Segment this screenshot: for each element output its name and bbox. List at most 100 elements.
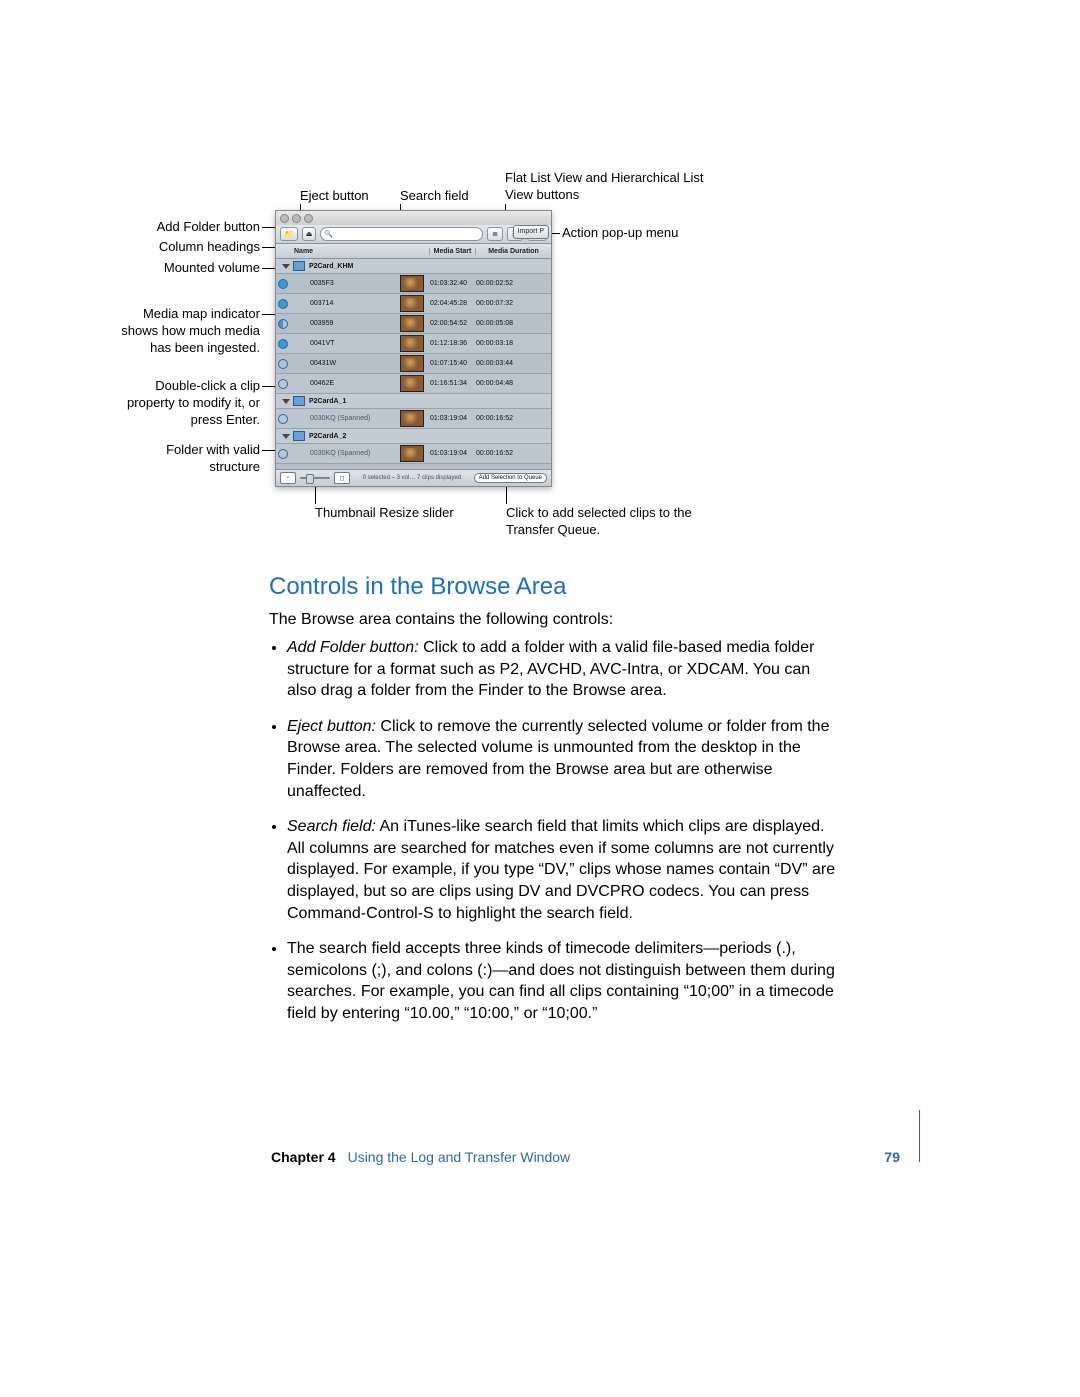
media-start-value[interactable]: 01:03:19:04: [430, 450, 476, 457]
media-start-value[interactable]: 01:16:51:34: [430, 380, 476, 387]
media-duration-value[interactable]: 00:00:02:52: [476, 280, 551, 287]
search-input[interactable]: 🔍: [320, 227, 483, 241]
label-media-map: Media map indicator shows how much media…: [120, 306, 260, 357]
label-column-headings: Column headings: [120, 239, 260, 256]
browse-area-figure: Eject button Search field Flat List View…: [130, 170, 950, 540]
media-duration-value[interactable]: 00:00:04:48: [476, 380, 551, 387]
clip-row[interactable]: 0041VT 01:12:18:3600:00:03:18: [276, 334, 551, 354]
add-selection-to-queue-button[interactable]: Add Selection to Queue: [474, 473, 547, 483]
clip-name[interactable]: 003959: [290, 320, 400, 327]
volume-row[interactable]: P2CardA_2: [276, 429, 551, 444]
column-media-start[interactable]: Media Start: [430, 248, 476, 255]
term: Add Folder button:: [287, 639, 419, 656]
traffic-light-icon[interactable]: [292, 214, 301, 223]
volume-icon: [293, 261, 305, 271]
label-folder-valid: Folder with valid structure: [120, 442, 260, 476]
media-start-value[interactable]: 01:03:19:04: [430, 415, 476, 422]
label-double-click: Double-click a clip property to modify i…: [120, 378, 260, 429]
page-footer: Chapter 4 Using the Log and Transfer Win…: [271, 1149, 900, 1165]
media-start-value[interactable]: 02:04:45:28: [430, 300, 476, 307]
clip-row[interactable]: 0035F3 01:03:32:4000:00:02:52: [276, 274, 551, 294]
clip-name[interactable]: 0035F3: [290, 280, 400, 287]
media-duration-value[interactable]: 00:00:16:52: [476, 450, 551, 457]
media-duration-value[interactable]: 00:00:03:44: [476, 360, 551, 367]
page: Eject button Search field Flat List View…: [0, 0, 1080, 1397]
disclosure-triangle-icon[interactable]: [282, 434, 290, 439]
folder-plus-icon: 📁: [284, 230, 294, 239]
thumb-small-icon[interactable]: ▫: [280, 472, 296, 484]
media-map-indicator: [276, 339, 290, 349]
selection-status: 0 selected – 3 vol… 7 clips displayed: [354, 475, 470, 481]
column-name[interactable]: Name: [276, 248, 430, 255]
media-map-indicator: [276, 359, 290, 369]
browse-toolbar: 📁 ⏏ 🔍 ≣ ☰ ✿▾: [276, 225, 551, 244]
clip-name[interactable]: 00462E: [290, 380, 400, 387]
label-eject: Eject button: [300, 188, 369, 205]
traffic-light-icon[interactable]: [280, 214, 289, 223]
clip-row[interactable]: 003959 02:00:54:5200:00:05:08: [276, 314, 551, 334]
clip-thumbnail: [400, 355, 424, 372]
media-map-indicator: [276, 414, 290, 424]
term: Search field:: [287, 818, 376, 835]
clip-thumbnail: [400, 295, 424, 312]
clip-row[interactable]: 00462E 01:16:51:3400:00:04:48: [276, 374, 551, 394]
term: Eject button:: [287, 718, 376, 735]
column-headings-row: Name Media Start Media Duration: [276, 244, 551, 259]
thumb-large-icon[interactable]: ◻: [334, 472, 350, 484]
clip-thumbnail: [400, 375, 424, 392]
media-start-value[interactable]: 01:03:32:40: [430, 280, 476, 287]
section-heading: Controls in the Browse Area: [269, 571, 839, 603]
thumbnail-resize-slider[interactable]: [300, 477, 330, 479]
media-duration-value[interactable]: 00:00:16:52: [476, 415, 551, 422]
column-media-duration[interactable]: Media Duration: [476, 248, 551, 255]
add-folder-button[interactable]: 📁: [280, 227, 298, 241]
eject-icon: ⏏: [306, 230, 313, 238]
volume-icon: [293, 431, 305, 441]
flat-list-view-button[interactable]: ≣: [487, 227, 503, 241]
browse-window: Import P 📁 ⏏ 🔍 ≣ ☰ ✿▾: [275, 210, 552, 487]
clip-name[interactable]: 00431W: [290, 360, 400, 367]
list-item: Eject button: Click to remove the curren…: [287, 716, 839, 802]
clip-name[interactable]: 0041VT: [290, 340, 400, 347]
section-intro: The Browse area contains the following c…: [269, 609, 839, 631]
media-map-indicator: [276, 279, 290, 289]
label-add-folder: Add Folder button: [120, 219, 260, 236]
eject-button[interactable]: ⏏: [302, 227, 316, 241]
clip-thumbnail: [400, 335, 424, 352]
label-search-field: Search field: [400, 188, 469, 205]
controls-list: Add Folder button: Click to add a folder…: [269, 637, 839, 1025]
media-duration-value[interactable]: 00:00:03:18: [476, 340, 551, 347]
import-preferences-button[interactable]: Import P: [513, 225, 549, 239]
media-start-value[interactable]: 01:07:15:40: [430, 360, 476, 367]
clip-thumbnail: [400, 410, 424, 427]
volume-row[interactable]: P2Card_KHM: [276, 259, 551, 274]
clip-thumbnail: [400, 275, 424, 292]
clip-name[interactable]: 003714: [290, 300, 400, 307]
media-map-indicator: [276, 299, 290, 309]
label-thumb-slider: Thumbnail Resize slider: [315, 505, 454, 522]
clip-thumbnail: [400, 315, 424, 332]
label-queue-button: Click to add selected clips to the Trans…: [506, 505, 696, 539]
media-duration-value[interactable]: 00:00:07:32: [476, 300, 551, 307]
footer-rule: [919, 1110, 920, 1162]
clip-name[interactable]: 0030KQ (Spanned): [290, 450, 400, 457]
list-item: The search field accepts three kinds of …: [287, 938, 839, 1024]
traffic-light-icon[interactable]: [304, 214, 313, 223]
media-start-value[interactable]: 01:12:18:36: [430, 340, 476, 347]
volume-row[interactable]: P2CardA_1: [276, 394, 551, 409]
clip-row[interactable]: 0030KQ (Spanned) 01:03:19:04 00:00:16:52: [276, 409, 551, 429]
media-duration-value[interactable]: 00:00:05:08: [476, 320, 551, 327]
chapter-title: Using the Log and Transfer Window: [348, 1149, 571, 1165]
list-icon: ≣: [492, 230, 498, 238]
clip-name[interactable]: 0030KQ (Spanned): [290, 415, 400, 422]
chapter-label: Chapter 4: [271, 1149, 336, 1165]
media-map-indicator: [276, 319, 290, 329]
clip-row[interactable]: 0030KQ (Spanned) 01:03:19:04 00:00:16:52: [276, 444, 551, 464]
clip-row[interactable]: 00431W 01:07:15:4000:00:03:44: [276, 354, 551, 374]
media-start-value[interactable]: 02:00:54:52: [430, 320, 476, 327]
disclosure-triangle-icon[interactable]: [282, 399, 290, 404]
item-text: The search field accepts three kinds of …: [287, 940, 835, 1022]
window-titlebar: [276, 211, 551, 225]
clip-row[interactable]: 003714 02:04:45:2800:00:07:32: [276, 294, 551, 314]
disclosure-triangle-icon[interactable]: [282, 264, 290, 269]
